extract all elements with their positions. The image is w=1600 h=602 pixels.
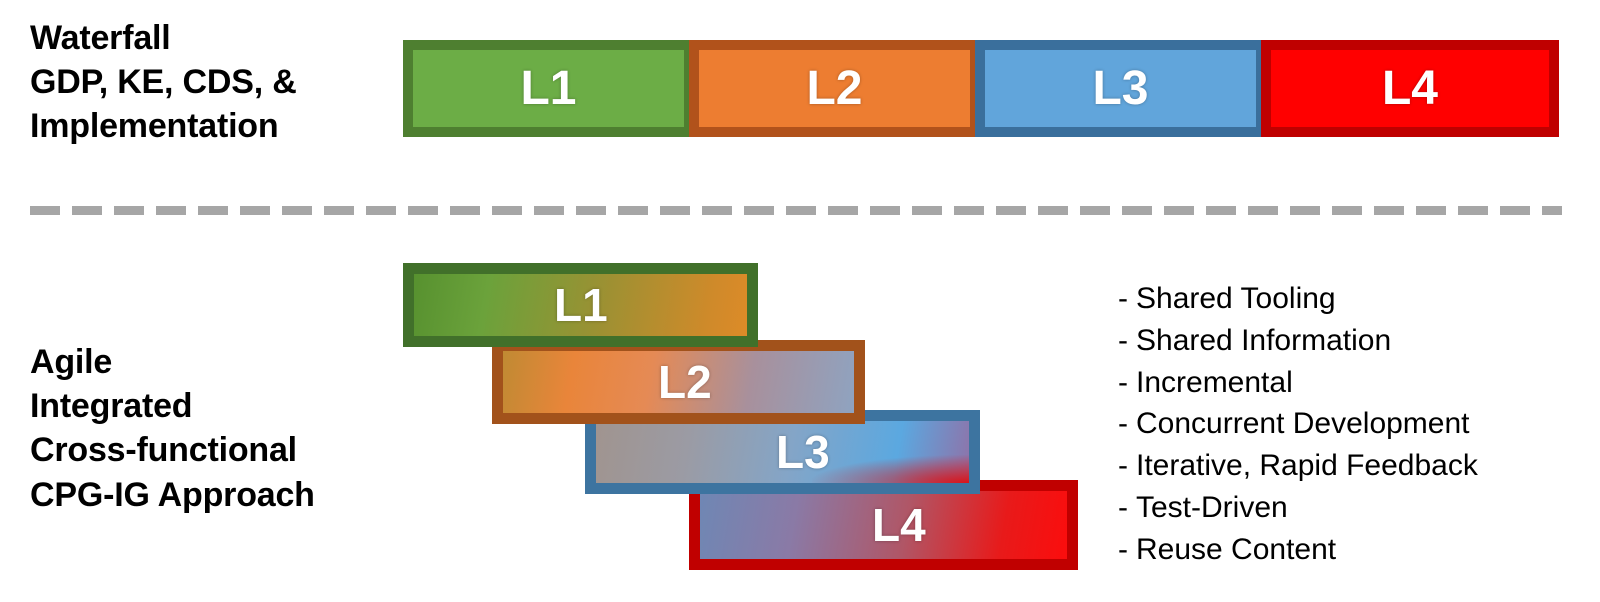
agile-bar-l2: L2 [492,340,865,424]
list-item-label: Test-Driven [1136,490,1288,524]
list-item: - Iterative, Rapid Feedback [1118,445,1588,487]
list-item: - Concurrent Development [1118,403,1588,445]
bullet-dash-icon: - [1118,490,1128,524]
waterfall-section-caption: Waterfall GDP, KE, CDS, & Implementation [30,19,297,146]
list-item-label: Concurrent Development [1136,407,1470,441]
waterfall-bar-l4-label: L4 [1381,61,1438,115]
waterfall-bar-l2: L2 [689,40,980,137]
list-item: - Test-Driven [1118,487,1588,529]
waterfall-bar-l4: L4 [1261,40,1559,137]
diagram-canvas: Waterfall GDP, KE, CDS, & Implementation… [0,0,1600,602]
section-divider-dashed-line [30,206,1562,215]
waterfall-bar-l1: L1 [403,40,694,137]
list-item-label: Shared Information [1136,323,1392,357]
list-item-label: Incremental [1136,365,1293,399]
bullet-dash-icon: - [1118,323,1128,357]
waterfall-bar-l3-label: L3 [1092,61,1149,115]
bullet-dash-icon: - [1118,532,1128,566]
bullet-dash-icon: - [1118,365,1128,399]
agile-bar-l3-fill [596,421,969,483]
list-item-label: Iterative, Rapid Feedback [1136,449,1478,483]
list-item: - Reuse Content [1118,529,1588,571]
agile-bar-l1-fill [414,274,747,336]
list-item-label: Reuse Content [1136,532,1337,566]
list-item-label: Shared Tooling [1136,282,1336,315]
list-item: - Shared Information [1118,320,1588,362]
agile-bar-l1: L1 [403,263,758,347]
waterfall-bar-l2-label: L2 [806,61,863,115]
agile-bar-l4-fill [700,491,1067,559]
list-item: - Shared Tooling [1118,278,1588,320]
waterfall-bar-l1-label: L1 [520,61,577,115]
list-item: - Incremental [1118,362,1588,404]
waterfall-bar-l3: L3 [975,40,1266,137]
agile-benefits-list: - Shared Tooling - Shared Information - … [1118,278,1588,571]
bullet-dash-icon: - [1118,407,1128,441]
agile-section-caption: Agile Integrated Cross-functional CPG-IG… [30,343,315,514]
bullet-dash-icon: - [1118,449,1128,483]
bullet-dash-icon: - [1118,282,1128,315]
agile-bar-l2-fill [503,351,854,413]
